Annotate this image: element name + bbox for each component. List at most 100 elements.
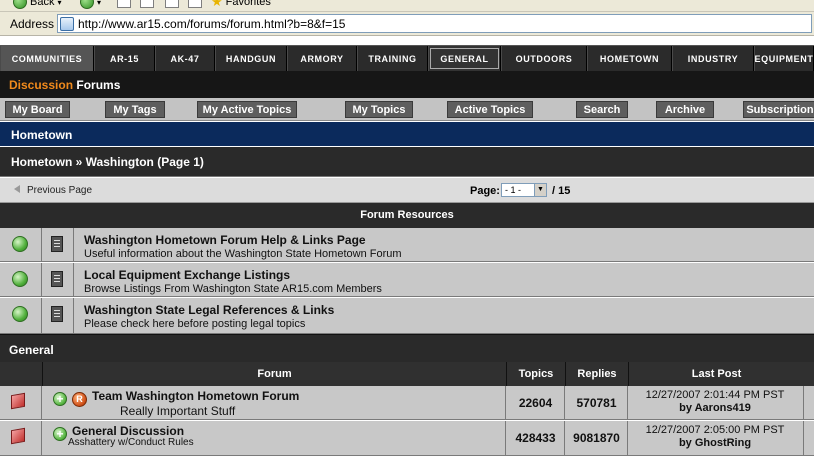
document-icon — [51, 306, 63, 322]
resource-title-link[interactable]: Washington State Legal References & Link… — [84, 303, 334, 317]
section-title: Hometown — [0, 122, 814, 146]
folder-icon — [11, 392, 25, 410]
page-total: / 15 — [552, 185, 571, 197]
last-post-date: 12/27/2007 2:05:00 PM PST — [645, 424, 785, 436]
last-post-date: 12/27/2007 2:01:44 PM PST — [645, 389, 785, 401]
discussion-forums-title: Discussion Forums — [9, 78, 120, 92]
archive-button[interactable]: Archive — [656, 101, 714, 118]
expand-plus-icon[interactable]: + — [53, 427, 67, 441]
table-row: + R Team Washington Hometown Forum Reall… — [0, 386, 814, 420]
chevron-down-icon[interactable]: ▼ — [534, 184, 546, 196]
resource-description: Useful information about the Washington … — [84, 248, 402, 260]
top-nav: COMMUNITIES AR-15 AK-47 HANDGUN ARMORY T… — [0, 45, 814, 71]
last-post-author[interactable]: by GhostRing — [628, 437, 802, 449]
replies-count: 570781 — [576, 395, 617, 410]
forum-table-header: Forum Topics Replies Last Post — [0, 362, 814, 386]
print-button[interactable] — [188, 0, 202, 9]
pagination-row: Previous Page Page: - 1 - ▼ / 15 — [0, 178, 814, 203]
page-label: Page: — [470, 185, 500, 197]
refresh-icon — [140, 0, 154, 8]
address-url: http://www.ar15.com/forums/forum.html?b=… — [78, 17, 346, 31]
replies-count: 9081870 — [573, 431, 620, 445]
breadcrumb: Hometown » Washington (Page 1) — [0, 147, 814, 177]
tab-ak47[interactable]: AK-47 — [155, 46, 215, 71]
forum-button-row: My Board My Tags My Active Topics My Top… — [0, 98, 814, 121]
tab-equipment[interactable]: EQUIPMENT — [754, 46, 814, 71]
forum-resources-heading: Forum Resources — [0, 203, 814, 228]
my-active-topics-button[interactable]: My Active Topics — [197, 101, 297, 118]
tab-outdoors[interactable]: OUTDOORS — [501, 46, 587, 71]
home-button[interactable] — [165, 0, 179, 9]
stop-icon — [117, 0, 131, 8]
resource-row: Washington State Legal References & Link… — [0, 298, 814, 334]
table-row: + General Discussion Asshattery w/Conduc… — [0, 421, 814, 456]
refresh-button[interactable] — [140, 0, 154, 9]
page-icon — [60, 17, 74, 31]
tab-communities[interactable]: COMMUNITIES — [0, 46, 94, 71]
expand-plus-icon[interactable]: + — [53, 392, 67, 406]
discussion-label: Discussion — [9, 78, 74, 92]
page-select-value: - 1 - — [505, 185, 522, 195]
column-replies: Replies — [565, 362, 628, 386]
search-button[interactable]: Search — [576, 101, 628, 118]
tab-hometown[interactable]: HOMETOWN — [587, 46, 672, 71]
forum-status-icon — [12, 236, 28, 252]
topics-count: 22604 — [518, 395, 553, 410]
tab-industry[interactable]: INDUSTRY — [672, 46, 754, 71]
forum-subtitle: Asshattery w/Conduct Rules — [68, 437, 194, 448]
forum-subtitle: Really Important Stuff — [120, 404, 236, 418]
discussion-forums-bar: Discussion Forums — [0, 71, 814, 98]
document-icon — [51, 271, 63, 287]
column-last-post: Last Post — [628, 362, 804, 386]
resource-title-link[interactable]: Washington Hometown Forum Help & Links P… — [84, 233, 366, 247]
r-badge-icon: R — [72, 392, 87, 407]
resource-row: Local Equipment Exchange Listings Browse… — [0, 263, 814, 297]
spacer — [0, 36, 814, 45]
my-tags-button[interactable]: My Tags — [105, 101, 165, 118]
resource-description: Browse Listings From Washington State AR… — [84, 283, 382, 295]
previous-page-link[interactable]: Previous Page — [27, 185, 92, 196]
forum-title-link[interactable]: General Discussion — [72, 424, 184, 438]
tab-handgun[interactable]: HANDGUN — [215, 46, 287, 71]
star-icon: ★ — [211, 0, 223, 9]
home-icon — [165, 0, 179, 8]
address-input[interactable]: http://www.ar15.com/forums/forum.html?b=… — [57, 14, 812, 33]
tab-ar15[interactable]: AR-15 — [94, 46, 155, 71]
forums-label: Forums — [73, 78, 121, 92]
favorites-label: Favorites — [225, 0, 271, 8]
chevron-down-icon: ▾ — [57, 0, 62, 7]
document-icon — [51, 236, 63, 252]
back-arrow-icon — [13, 0, 27, 9]
chevron-down-icon: ▾ — [97, 0, 102, 7]
subscriptions-button[interactable]: Subscriptions — [743, 101, 814, 118]
back-button[interactable]: Back ▾ — [13, 0, 61, 9]
resource-row: Washington Hometown Forum Help & Links P… — [0, 228, 814, 262]
last-post-author[interactable]: by Aarons419 — [628, 402, 802, 414]
forum-status-icon — [12, 271, 28, 287]
previous-arrow-icon[interactable] — [14, 185, 20, 193]
column-topics: Topics — [506, 362, 565, 386]
stop-button[interactable] — [117, 0, 131, 9]
resource-description: Please check here before posting legal t… — [84, 318, 306, 330]
topics-count: 428433 — [515, 431, 556, 445]
page-select[interactable]: - 1 - ▼ — [501, 183, 547, 197]
tab-training[interactable]: TRAINING — [357, 46, 428, 71]
address-bar: Address http://www.ar15.com/forums/forum… — [0, 12, 814, 36]
favorites-button[interactable]: ★ Favorites — [211, 0, 271, 9]
forum-status-icon — [12, 306, 28, 322]
resource-title-link[interactable]: Local Equipment Exchange Listings — [84, 268, 290, 282]
forward-button[interactable]: ▾ — [80, 0, 101, 9]
general-section-heading: General — [0, 334, 814, 362]
tab-general[interactable]: GENERAL — [428, 46, 501, 71]
tab-armory[interactable]: ARMORY — [287, 46, 357, 71]
my-topics-button[interactable]: My Topics — [345, 101, 413, 118]
address-label: Address — [10, 17, 55, 31]
browser-toolbar: Back ▾ ▾ ★ Favorites — [0, 0, 814, 12]
folder-icon — [11, 427, 25, 445]
my-board-button[interactable]: My Board — [5, 101, 70, 118]
forward-arrow-icon — [80, 0, 94, 9]
column-forum: Forum — [42, 362, 506, 386]
back-label: Back — [30, 0, 55, 8]
forum-title-link[interactable]: Team Washington Hometown Forum — [92, 389, 299, 403]
active-topics-button[interactable]: Active Topics — [447, 101, 533, 118]
